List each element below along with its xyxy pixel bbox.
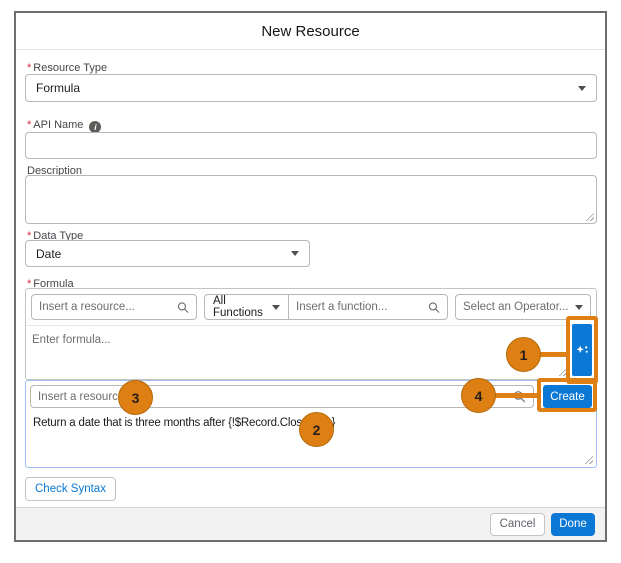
insert-resource-input[interactable] — [39, 301, 177, 313]
ai-insert-resource-search[interactable] — [30, 385, 534, 408]
annotation-highlight-create-button — [537, 378, 597, 412]
insert-function-search[interactable] — [289, 295, 447, 319]
required-marker: * — [27, 119, 31, 131]
api-name-field-wrap — [25, 132, 597, 159]
api-name-label: *API Namei — [27, 119, 101, 133]
annotation-connector-4 — [492, 393, 539, 398]
formula-toolbar: All Functions Select an Operator... — [26, 289, 596, 325]
chevron-down-icon — [272, 305, 280, 310]
insert-function-input[interactable] — [296, 301, 428, 313]
resource-type-value: Formula — [36, 81, 80, 95]
cancel-button[interactable]: Cancel — [490, 513, 545, 536]
search-icon — [177, 301, 189, 314]
modal-footer: Cancel Done — [16, 507, 605, 540]
function-picker-group: All Functions — [204, 294, 448, 320]
description-textarea[interactable] — [25, 175, 597, 224]
data-type-value: Date — [36, 247, 61, 261]
page-title: New Resource — [261, 23, 359, 40]
all-functions-dropdown[interactable]: All Functions — [205, 295, 289, 319]
api-name-label-text: API Name — [33, 119, 83, 131]
resize-handle[interactable] — [585, 212, 594, 221]
annotation-connector-1 — [537, 352, 568, 357]
resource-type-label: *Resource Type — [27, 62, 107, 74]
annotation-badge-1: 1 — [506, 337, 541, 372]
search-icon — [428, 301, 440, 314]
done-button[interactable]: Done — [551, 513, 595, 536]
required-marker: * — [27, 62, 31, 74]
check-syntax-button[interactable]: Check Syntax — [25, 477, 116, 501]
chevron-down-icon — [578, 86, 586, 91]
resource-type-select[interactable]: Formula — [25, 74, 597, 102]
annotation-badge-2: 2 — [299, 412, 334, 447]
annotation-badge-4: 4 — [461, 378, 496, 413]
resource-type-label-text: Resource Type — [33, 62, 107, 74]
chevron-down-icon — [575, 305, 583, 310]
ai-insert-resource-input[interactable] — [38, 391, 513, 403]
screenshot-canvas: New Resource *Resource Type Formula *API… — [0, 0, 621, 563]
data-type-select[interactable]: Date — [25, 240, 310, 267]
resize-handle[interactable] — [584, 455, 593, 464]
all-functions-value: All Functions — [213, 295, 264, 319]
annotation-highlight-einstein-button — [566, 316, 598, 384]
formula-placeholder: Enter formula... — [32, 334, 111, 346]
chevron-down-icon — [291, 251, 299, 256]
modal-header: New Resource — [16, 13, 605, 50]
insert-resource-search[interactable] — [31, 294, 197, 320]
annotation-badge-3: 3 — [118, 380, 153, 415]
api-name-field[interactable] — [36, 140, 586, 152]
operator-placeholder: Select an Operator... — [463, 301, 568, 313]
new-resource-modal: New Resource *Resource Type Formula *API… — [14, 11, 607, 542]
